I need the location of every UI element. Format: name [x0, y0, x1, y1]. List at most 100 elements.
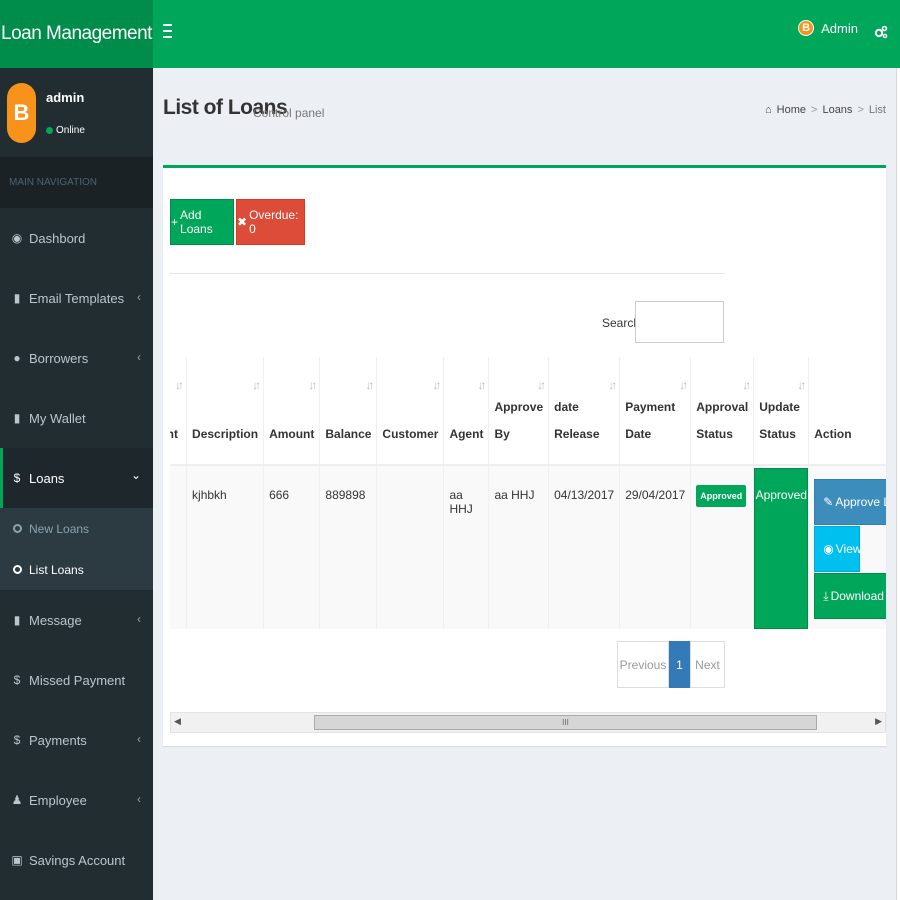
user-panel-name: admin [46, 90, 85, 105]
gears-icon[interactable] [874, 25, 888, 39]
chevron-left-icon: ‹ [137, 290, 141, 304]
breadcrumb-separator: > [811, 104, 818, 116]
book-icon: ▮ [13, 411, 21, 425]
sidebar-item-payments[interactable]: $ Payments ‹ [0, 710, 153, 770]
sidebar-item-employee[interactable]: ♟ Employee ‹ [0, 770, 153, 830]
table-row: 789789 kjhbkh 666 889898 aa HHJ aa HHJ 0… [170, 465, 886, 629]
sort-icon: ↓↑ [608, 378, 617, 392]
chevron-left-icon: ‹ [137, 612, 141, 626]
overdue-label: Overdue: 0 [249, 208, 299, 236]
loans-table-wrapper: ↓↑Account ↓↑Description ↓↑Amount ↓↑Balan… [170, 357, 886, 630]
top-navbar: B Admin [153, 0, 900, 68]
sidebar-item-savings-account[interactable]: ▣ Savings Account [0, 830, 153, 890]
scroll-left-icon[interactable]: ◀ [174, 716, 181, 727]
sidebar-item-label: Loans [29, 470, 65, 486]
sidebar: B admin Online MAIN NAVIGATION ◉ Dashbor… [0, 68, 153, 900]
column-header-amount[interactable]: ↓↑ Amount [263, 357, 321, 466]
column-header-approval-status[interactable]: ↓↑ Approval Status [690, 357, 755, 466]
pagination: Previous 1 Next [617, 641, 725, 688]
cell-amount: 666 [263, 465, 321, 629]
horizontal-scrollbar[interactable]: ◀ III ▶ [170, 712, 886, 733]
content-header: List of Loans Control panel ⌂ Home > Loa… [163, 96, 890, 126]
sidebar-item-label: Dashbord [29, 230, 86, 246]
column-header-update-status[interactable]: ↓↑ Update Status [753, 357, 810, 466]
eye-icon: ◉ [823, 542, 834, 556]
sidebar-item-label: Missed Payment [29, 672, 126, 688]
breadcrumb-home[interactable]: Home [777, 104, 806, 116]
sidebar-subitem-new-loans[interactable]: New Loans [0, 508, 153, 549]
column-header-action: Action [808, 357, 886, 466]
sort-icon: ↓↑ [742, 378, 751, 392]
book-icon: ▮ [13, 613, 21, 627]
view-button[interactable]: ◉ View [814, 526, 862, 572]
user-avatar-large: B [7, 83, 36, 143]
sidebar-subitem-label: New Loans [29, 521, 90, 536]
sort-icon: ↓↑ [252, 378, 261, 392]
plus-icon: + [171, 215, 179, 229]
status-badge: Approved [696, 485, 747, 507]
sort-icon: ↓↑ [432, 378, 441, 392]
dollar-icon: $ [13, 733, 21, 747]
sidebar-item-dashboard[interactable]: ◉ Dashbord [0, 208, 153, 268]
cell-account: 789789 [170, 465, 188, 629]
search-input[interactable] [635, 301, 724, 343]
user-avatar: B [798, 20, 815, 36]
pagination-page-1[interactable]: 1 [669, 641, 690, 688]
users-icon: ● [13, 351, 21, 365]
approve-loan-button[interactable]: ✎ Approve Loan [814, 479, 886, 525]
update-status-button[interactable]: Approved [754, 468, 809, 629]
scrollbar-thumb[interactable]: III [314, 715, 817, 730]
edit-icon: ✎ [823, 495, 834, 509]
overdue-button[interactable]: ✖ Overdue: 0 [236, 199, 305, 245]
sidebar-item-message[interactable]: ▮ Message ‹ [0, 590, 153, 650]
column-header-approve-by[interactable]: ↓↑ Approve By [488, 357, 550, 466]
column-header-balance[interactable]: ↓↑ Balance [319, 357, 378, 466]
chevron-left-icon: ‹ [137, 350, 141, 364]
online-dot-icon [46, 127, 53, 134]
column-header-customer[interactable]: ↓↑ Customer [376, 357, 445, 466]
sidebar-item-label: Employee [29, 792, 87, 808]
add-loans-button[interactable]: + Add Loans [170, 199, 234, 245]
sort-icon: ↓↑ [175, 378, 184, 392]
pagination-next[interactable]: Next [690, 641, 725, 688]
cell-agent: aa HHJ [443, 465, 490, 629]
nav-header: MAIN NAVIGATION [0, 157, 153, 208]
sidebar-item-my-wallet[interactable]: ▮ My Wallet [0, 388, 153, 448]
cell-date-release: 04/13/2017 [548, 465, 621, 629]
cell-action: ✎ Approve Loan ◉ View ⤓ Download [808, 465, 886, 629]
loans-box: + Add Loans ✖ Overdue: 0 Search: ↓↑Accou… [163, 165, 886, 746]
user-status: Online [46, 125, 85, 136]
user-menu[interactable]: B Admin [798, 20, 858, 36]
sidebar-item-missed-payment[interactable]: $ Missed Payment [0, 650, 153, 710]
sidebar-subitem-list-loans[interactable]: List Loans [0, 549, 153, 590]
approve-loan-label: Approve Loan [835, 495, 886, 509]
scroll-right-icon[interactable]: ▶ [875, 716, 882, 727]
sidebar-toggle-icon[interactable] [163, 24, 173, 38]
download-button[interactable]: ⤓ Download [814, 573, 886, 619]
column-header-account[interactable]: ↓↑Account [170, 357, 188, 466]
breadcrumb-separator: > [857, 104, 864, 116]
bank-icon: ▣ [11, 853, 23, 867]
pagination-previous[interactable]: Previous [617, 641, 669, 688]
app-title: Loan Management [1, 23, 152, 44]
sidebar-item-email-templates[interactable]: ▮ Email Templates ‹ [0, 268, 153, 328]
cell-balance: 889898 [319, 465, 378, 629]
chevron-down-icon: ⌄ [130, 468, 141, 482]
breadcrumb: ⌂ Home > Loans > List [765, 104, 886, 116]
cell-description: kjhbkh [186, 465, 265, 629]
sidebar-item-loans[interactable]: $ Loans ⌄ [0, 448, 153, 508]
breadcrumb-loans[interactable]: Loans [822, 104, 852, 116]
column-header-agent[interactable]: ↓↑ Agent [443, 357, 490, 466]
sort-icon: ↓↑ [308, 378, 317, 392]
column-header-payment-date[interactable]: ↓↑ Payment Date [619, 357, 692, 466]
cell-update-status: Approved [753, 465, 810, 629]
sort-icon: ↓↑ [679, 378, 688, 392]
download-label: Download [830, 589, 884, 603]
column-header-date-release[interactable]: ↓↑ date Release [548, 357, 621, 466]
app-logo[interactable]: Loan Management [0, 0, 153, 68]
column-header-description[interactable]: ↓↑ Description [186, 357, 265, 466]
user-panel: B admin Online [0, 68, 153, 157]
sidebar-item-borrowers[interactable]: ● Borrowers ‹ [0, 328, 153, 388]
user-status-label: Online [56, 125, 85, 136]
sidebar-item-label: Savings Account [29, 852, 126, 868]
